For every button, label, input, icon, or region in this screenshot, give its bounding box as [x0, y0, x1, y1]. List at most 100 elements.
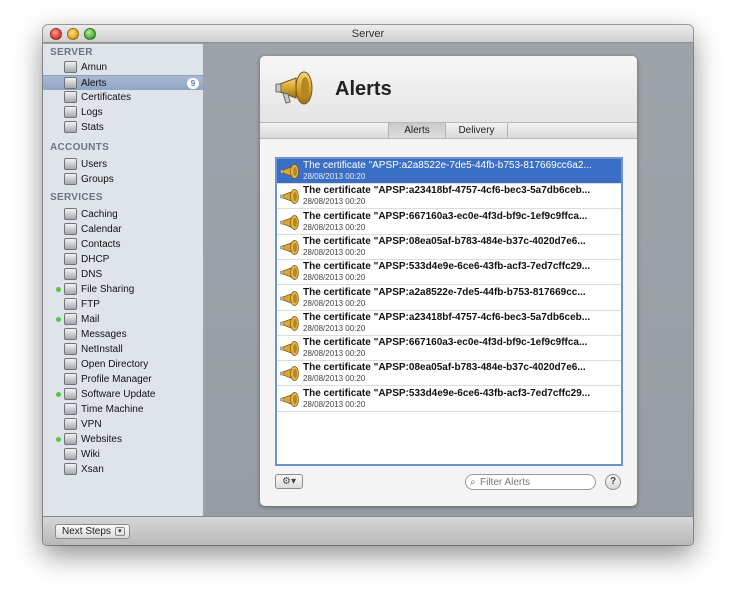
websites-icon: [64, 433, 77, 445]
dns-icon: [64, 268, 77, 280]
sidebar-item-label: Certificates: [81, 92, 132, 103]
tab-bar: Alerts Delivery: [260, 122, 637, 139]
ftp-icon: [64, 298, 77, 310]
main-content: Alerts Alerts Delivery The certificate "…: [205, 44, 693, 516]
xsan-icon: [64, 463, 77, 475]
contacts-icon: [64, 238, 77, 250]
help-button[interactable]: ?: [605, 474, 621, 490]
sidebar-item-label: Time Machine: [81, 404, 144, 415]
caching-icon: [64, 208, 77, 220]
sidebar-item-calendar[interactable]: Calendar: [43, 222, 203, 237]
tab-delivery[interactable]: Delivery: [446, 123, 508, 138]
window-title: Server: [351, 28, 385, 40]
logs-icon: [64, 106, 77, 118]
alert-timestamp: 28/08/2013 00:20: [303, 399, 366, 409]
server-window: Server SERVER Amun Alerts 9 Certificates Logs…: [43, 25, 693, 545]
sidebar-item-groups[interactable]: Groups: [43, 172, 203, 187]
alert-row[interactable]: The certificate "APSP:a23418bf-4757-4cf6…: [277, 311, 621, 336]
sidebar-item-contacts[interactable]: Contacts: [43, 237, 203, 252]
alert-message: The certificate "APSP:08ea05af-b783-484e…: [303, 235, 586, 247]
alert-row[interactable]: The certificate "APSP:a2a8522e-7de5-44fb…: [277, 159, 621, 184]
sidebar-item-certificates[interactable]: Certificates: [43, 90, 203, 105]
alert-timestamp: 28/08/2013 00:20: [303, 172, 366, 181]
alert-timestamp: 28/08/2013 00:20: [303, 273, 366, 283]
minimize-button[interactable]: [67, 28, 79, 40]
megaphone-icon: [280, 366, 300, 382]
alert-message: The certificate "APSP:a2a8522e-7de5-44fb…: [303, 160, 592, 171]
sidebar-item-label: Software Update: [81, 389, 156, 400]
sidebar-item-mail[interactable]: Mail: [43, 312, 203, 327]
sidebar-item-file-sharing[interactable]: File Sharing: [43, 282, 203, 297]
calendar-icon: [64, 223, 77, 235]
sidebar-item-label: Groups: [81, 174, 114, 185]
sidebar-item-alerts[interactable]: Alerts 9: [43, 75, 203, 90]
alert-row[interactable]: The certificate "APSP:533d4e9e-6ce6-43fb…: [277, 260, 621, 286]
alert-message: The certificate "APSP:08ea05af-b783-484e…: [303, 362, 586, 374]
sidebar: SERVER Amun Alerts 9 Certificates Logs Stats AC…: [43, 44, 204, 516]
sidebar-item-label: Messages: [81, 329, 127, 340]
section-header-services: SERVICES: [50, 192, 103, 203]
alert-timestamp: 28/08/2013 00:20: [303, 222, 366, 232]
close-button[interactable]: [50, 28, 62, 40]
open-directory-icon: [64, 358, 77, 370]
sidebar-item-label: Open Directory: [81, 359, 149, 370]
sidebar-item-wiki[interactable]: Wiki: [43, 447, 203, 462]
sidebar-item-label: Caching: [81, 209, 118, 220]
running-indicator: [56, 437, 61, 442]
sidebar-item-dhcp[interactable]: DHCP: [43, 252, 203, 267]
alert-timestamp: 28/08/2013 00:20: [303, 349, 366, 359]
sidebar-item-label: Profile Manager: [81, 374, 152, 385]
bottom-bar: Next Steps ▾: [43, 516, 693, 545]
megaphone-icon: [280, 189, 300, 205]
sidebar-item-open-directory[interactable]: Open Directory: [43, 357, 203, 372]
alert-message: The certificate "APSP:533d4e9e-6ce6-43fb…: [303, 261, 591, 273]
sidebar-item-messages[interactable]: Messages: [43, 327, 203, 342]
running-indicator: [56, 392, 61, 397]
page-title: Alerts: [335, 78, 392, 100]
alert-row[interactable]: The certificate "APSP:08ea05af-b783-484e…: [277, 361, 621, 387]
sidebar-item-software-update[interactable]: Software Update: [43, 387, 203, 402]
sidebar-item-netinstall[interactable]: NetInstall: [43, 342, 203, 357]
alert-row[interactable]: The certificate "APSP:a23418bf-4757-4cf6…: [277, 184, 621, 210]
sidebar-item-profile-manager[interactable]: Profile Manager: [43, 372, 203, 387]
sidebar-item-websites[interactable]: Websites: [43, 432, 203, 447]
alert-message: The certificate "APSP:a23418bf-4757-4cf6…: [303, 185, 591, 197]
gear-menu-button[interactable]: ⚙▾: [275, 474, 303, 489]
profile-manager-icon: [64, 373, 77, 385]
megaphone-icon: [280, 240, 300, 255]
stats-icon: [64, 121, 77, 133]
sidebar-item-dns[interactable]: DNS: [43, 267, 203, 282]
sidebar-item-caching[interactable]: Caching: [43, 207, 203, 222]
alert-timestamp: 28/08/2013 00:20: [303, 298, 366, 308]
sidebar-item-vpn[interactable]: VPN: [43, 417, 203, 432]
alert-row[interactable]: The certificate "APSP:667160a3-ec0e-4f3d…: [277, 210, 621, 235]
alert-row[interactable]: The certificate "APSP:a2a8522e-7de5-44fb…: [277, 286, 621, 311]
sidebar-item-logs[interactable]: Logs: [43, 105, 203, 120]
sidebar-item-ftp[interactable]: FTP: [43, 297, 203, 312]
alerts-icon: [64, 77, 77, 89]
megaphone-icon: [280, 164, 300, 179]
sidebar-item-label: Contacts: [81, 239, 121, 250]
alert-list[interactable]: The certificate "APSP:a2a8522e-7de5-44fb…: [275, 157, 623, 466]
running-indicator: [56, 317, 61, 322]
sidebar-item-amun[interactable]: Amun: [43, 60, 203, 75]
section-header-accounts: ACCOUNTS: [50, 142, 110, 153]
sidebar-item-xsan[interactable]: Xsan: [43, 462, 203, 477]
alert-timestamp: 28/08/2013 00:20: [303, 197, 366, 207]
filter-input[interactable]: [480, 476, 592, 488]
sidebar-item-time-machine[interactable]: Time Machine: [43, 402, 203, 417]
alert-message: The certificate "APSP:667160a3-ec0e-4f3d…: [303, 210, 588, 222]
sidebar-item-users[interactable]: Users: [43, 157, 203, 172]
next-steps-button[interactable]: Next Steps ▾: [55, 524, 130, 539]
alert-row[interactable]: The certificate "APSP:533d4e9e-6ce6-43fb…: [277, 387, 621, 412]
zoom-button[interactable]: [84, 28, 96, 40]
alert-row[interactable]: The certificate "APSP:08ea05af-b783-484e…: [277, 235, 621, 260]
alert-row[interactable]: The certificate "APSP:667160a3-ec0e-4f3d…: [277, 336, 621, 362]
sidebar-item-stats[interactable]: Stats: [43, 120, 203, 135]
server-icon: [64, 61, 77, 73]
tab-alerts[interactable]: Alerts: [388, 123, 446, 138]
sidebar-item-label: Xsan: [81, 464, 104, 475]
megaphone-icon: [280, 341, 300, 356]
alert-timestamp: 28/08/2013 00:20: [303, 374, 366, 384]
sidebar-item-label: DHCP: [81, 254, 110, 265]
